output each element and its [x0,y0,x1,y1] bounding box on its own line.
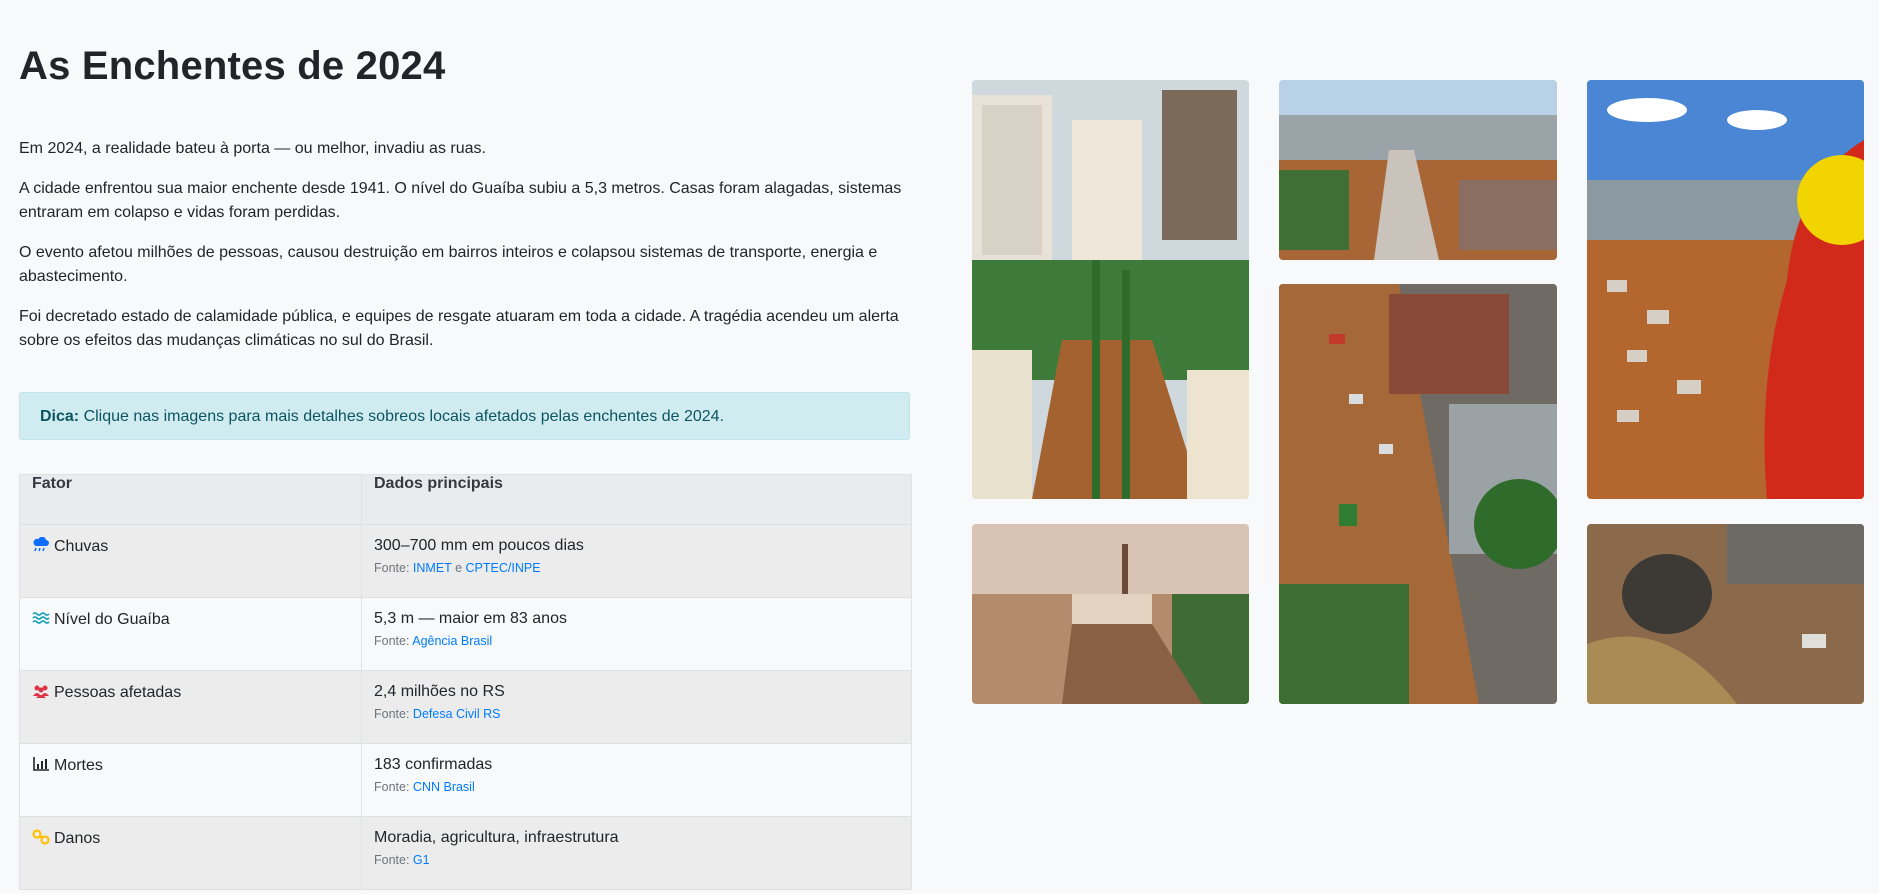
factor-label: Nível do Guaíba [54,611,170,628]
source-link[interactable]: Defesa Civil RS [413,707,501,721]
tools-icon [32,829,50,845]
gallery-image-flooded-plaza[interactable] [972,80,1249,499]
gallery-image-rescuer[interactable] [1587,80,1864,499]
photo-flooded-plaza-aerial [972,80,1249,499]
tip-alert: Dica: Clique nas imagens para mais detal… [19,392,910,440]
photo-helicopter-rescue-boat [1587,524,1864,704]
source-prefix: Fonte: [374,780,410,794]
data-value: 5,3 m — maior em 83 anos [374,610,567,627]
rain-cloud-icon [32,536,50,553]
chart-icon [32,756,50,772]
paragraph-3: O evento afetou milhões de pessoas, caus… [19,244,878,285]
flood-data-table: Fator Dados principais Chuvas 300–700 mm… [19,474,912,890]
data-cell: 300–700 mm em poucos dias Fonte: INMET e… [361,524,912,598]
factor-label: Danos [54,830,101,847]
table-row: Mortes 183 confirmadas Fonte: CNN Brasil [19,743,912,817]
table-row: Chuvas 300–700 mm em poucos dias Fonte: … [19,524,912,598]
gallery-image-flooded-avenue[interactable] [1279,80,1557,260]
factor-label: Mortes [54,757,103,774]
data-value: 300–700 mm em poucos dias [374,537,584,554]
gallery-image-waterfront[interactable] [972,524,1249,704]
header-data: Dados principais [361,474,912,525]
source-link[interactable]: G1 [413,853,430,867]
factor-cell: Chuvas [19,524,362,598]
factor-label: Pessoas afetadas [54,684,182,701]
photo-flooded-street-cars [1279,284,1557,704]
source-line: Fonte: INMET e CPTEC/INPE [374,561,899,575]
source-link[interactable]: Agência Brasil [412,634,492,648]
factor-label: Chuvas [54,538,109,555]
source-link[interactable]: CPTEC/INPE [466,561,541,575]
factor-cell: Pessoas afetadas [19,670,362,744]
source-line: Fonte: G1 [374,853,899,867]
people-icon [32,683,50,699]
source-link[interactable]: CNN Brasil [413,780,475,794]
table-row: Danos Moradia, agricultura, infraestrutu… [19,816,912,890]
source-line: Fonte: CNN Brasil [374,780,899,794]
photo-rescuer-over-flooded-neighborhood [1587,80,1864,499]
paragraph-1: Em 2024, a realidade bateu à porta — ou … [19,140,486,157]
data-cell: 5,3 m — maior em 83 anos Fonte: Agência … [361,597,912,671]
photo-flooded-waterfront-sunset [972,524,1249,704]
source-joiner: e [455,561,463,575]
source-line: Fonte: Agência Brasil [374,634,899,648]
data-value: 2,4 milhões no RS [374,683,505,700]
data-value: Moradia, agricultura, infraestrutura [374,829,619,846]
gallery-image-flooded-street[interactable] [1279,284,1557,704]
data-cell: 2,4 milhões no RS Fonte: Defesa Civil RS [361,670,912,744]
gallery-image-helicopter-rescue[interactable] [1587,524,1864,704]
factor-cell: Danos [19,816,362,890]
table-row: Nível do Guaíba 5,3 m — maior em 83 anos… [19,597,912,671]
page-title: As Enchentes de 2024 [19,44,446,88]
table-header-row: Fator Dados principais [19,474,912,525]
factor-cell: Nível do Guaíba [19,597,362,671]
source-link[interactable]: INMET [413,561,452,575]
paragraph-4: Foi decretado estado de calamidade públi… [19,308,899,349]
water-waves-icon [32,610,50,626]
source-prefix: Fonte: [374,561,410,575]
source-line: Fonte: Defesa Civil RS [374,707,899,721]
tip-text: Clique nas imagens para mais detalhes so… [79,408,724,425]
source-prefix: Fonte: [374,707,410,721]
data-cell: Moradia, agricultura, infraestrutura Fon… [361,816,912,890]
data-cell: 183 confirmadas Fonte: CNN Brasil [361,743,912,817]
table-row: Pessoas afetadas 2,4 milhões no RS Fonte… [19,670,912,744]
source-prefix: Fonte: [374,853,410,867]
factor-cell: Mortes [19,743,362,817]
tip-label: Dica: [40,408,80,425]
intro-text: Em 2024, a realidade bateu à porta — ou … [19,137,912,369]
header-factor: Fator [19,474,362,525]
data-value: 183 confirmadas [374,756,493,773]
photo-flooded-avenue-aerial [1279,80,1557,260]
source-prefix: Fonte: [374,634,410,648]
paragraph-2: A cidade enfrentou sua maior enchente de… [19,180,902,221]
